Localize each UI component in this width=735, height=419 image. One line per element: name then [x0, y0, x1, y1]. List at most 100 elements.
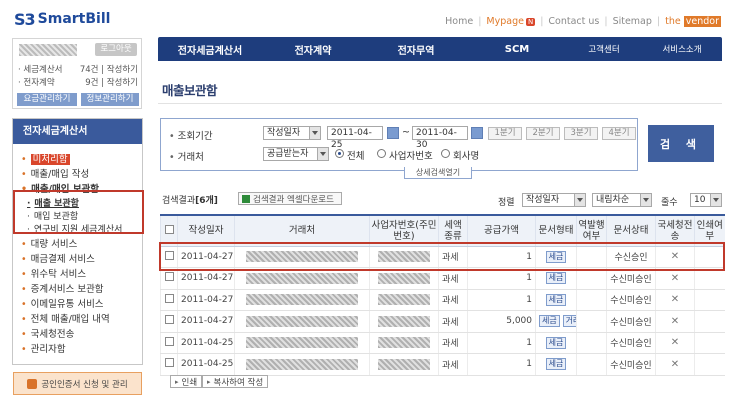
home-link[interactable]: Home: [445, 16, 473, 27]
cell-amount: 5,000: [467, 310, 536, 333]
logo-mark: S3: [14, 9, 36, 29]
cell-date: 2011-04-25: [177, 332, 235, 354]
cell-partner-masked[interactable]: [234, 332, 370, 354]
invoice-table-wrap: 작성일자 거래처 사업자번호(주민번호) 세액종류 공급가액 문서형태 역발행여…: [160, 214, 725, 376]
nav-e-contract[interactable]: 전자계약: [262, 42, 364, 57]
quarter-3-button[interactable]: 3분기: [564, 127, 598, 140]
cell-tax-type: 과세: [438, 332, 468, 354]
partner-label: 거래처: [169, 149, 204, 163]
row-checkbox[interactable]: [160, 289, 178, 311]
nav-service-intro[interactable]: 서비스소개: [642, 43, 722, 55]
excel-icon: [242, 194, 250, 203]
new-badge: N: [525, 18, 536, 26]
cell-printed: [694, 289, 725, 311]
contact-link[interactable]: Contact us: [548, 16, 599, 27]
sidebar-item-admin[interactable]: 관리자함: [21, 341, 66, 355]
partner-type-select[interactable]: 공급받는자: [263, 147, 329, 161]
doc-type-tag[interactable]: 세금: [545, 336, 567, 349]
cell-printed: [694, 310, 725, 333]
row-checkbox[interactable]: [160, 353, 178, 376]
page-size-select[interactable]: 10: [690, 193, 722, 207]
detail-search-toggle[interactable]: 상세검색열기: [404, 167, 472, 179]
sitemap-link[interactable]: Sitemap: [613, 16, 652, 27]
chevron-down-icon: [710, 194, 721, 206]
cell-bizno-masked: [369, 289, 439, 311]
calendar-icon[interactable]: [471, 127, 483, 139]
table-row[interactable]: 2011-04-27 과세 1 세금 수신미승인 ✕: [160, 289, 725, 311]
cell-date: 2011-04-25: [177, 353, 235, 376]
user-count-row: · 전자계약 9건 | 작성하기: [18, 78, 138, 88]
search-button[interactable]: 검 색: [648, 125, 714, 162]
sidebar-item-consignment[interactable]: 위수탁 서비스: [21, 266, 86, 280]
cell-amount: 1: [467, 289, 536, 311]
sort-order-select[interactable]: 내림차순: [592, 193, 652, 207]
cell-amount: 1: [467, 332, 536, 354]
date-from-input[interactable]: 2011-04-25: [327, 126, 383, 150]
mypage-link[interactable]: Mypage N: [486, 16, 536, 27]
period-type-select[interactable]: 작성일자: [263, 126, 321, 140]
print-button[interactable]: 인쇄: [170, 375, 203, 388]
sidebar-item-all-history[interactable]: 전체 매출/매입 내역: [21, 311, 110, 325]
radio-company-label: 회사명: [453, 151, 480, 162]
cell-doc-type: 세금: [535, 332, 577, 354]
doc-type-tag[interactable]: 세금: [545, 272, 567, 285]
cell-partner-masked[interactable]: [234, 289, 370, 311]
nav-e-tax-invoice[interactable]: 전자세금계산서: [158, 42, 262, 57]
sidebar: 전자세금계산서 미처리함 매출/매입 작성 매출/매입 보관함 매출 보관함 매…: [12, 118, 143, 365]
date-to-input[interactable]: 2011-04-30: [412, 126, 468, 150]
cell-reverse: [576, 353, 607, 376]
excel-download-button[interactable]: 검색결과 엑셀다운로드: [238, 192, 342, 205]
table-row[interactable]: 2011-04-25 과세 1 세금 수신미승인 ✕: [160, 332, 725, 354]
sidebar-item-write[interactable]: 매출/매입 작성: [21, 166, 90, 180]
cell-bizno-masked: [369, 310, 439, 333]
sidebar-item-relay[interactable]: 증계서비스 보관함: [21, 281, 104, 295]
quarter-2-button[interactable]: 2분기: [526, 127, 560, 140]
chevron-down-icon: [574, 194, 585, 206]
sidebar-item-nts[interactable]: 국세청전송: [21, 326, 75, 340]
quarter-4-button[interactable]: 4분기: [602, 127, 636, 140]
radio-all[interactable]: [335, 149, 344, 158]
cell-tax-type: 과세: [438, 353, 468, 376]
doc-type-tag[interactable]: 세금: [545, 293, 567, 306]
the-vendor-link[interactable]: the vendor: [665, 16, 721, 27]
cell-nts: ✕: [655, 310, 695, 333]
sidebar-item-unprocessed[interactable]: 미처리함: [21, 151, 70, 165]
nav-customer-center[interactable]: 고객센터: [566, 43, 642, 55]
radio-company[interactable]: [441, 149, 450, 158]
cell-nts: ✕: [655, 332, 695, 354]
fee-manage-button[interactable]: 요금관리하기: [17, 93, 77, 106]
sort-label: 정렬: [498, 198, 515, 208]
nav-e-trade[interactable]: 전자무역: [364, 42, 468, 57]
result-count: 검색결과[6개]: [162, 196, 218, 206]
row-checkbox[interactable]: [160, 310, 178, 333]
certificate-button[interactable]: 공인인증서 신청 및 관리: [13, 372, 142, 395]
doc-type-tag[interactable]: 세금: [539, 315, 560, 328]
cell-reverse: [576, 289, 607, 311]
logout-button[interactable]: 로그아웃: [95, 43, 137, 56]
cell-printed: [694, 332, 725, 354]
cell-status: 수신미승인: [606, 332, 656, 354]
cell-partner-masked[interactable]: [234, 310, 370, 333]
calendar-icon[interactable]: [387, 127, 399, 139]
row-checkbox[interactable]: [160, 332, 178, 354]
certificate-icon: [27, 378, 38, 389]
doc-type-tag[interactable]: 세금: [545, 358, 567, 371]
cell-partner-masked[interactable]: [234, 353, 370, 376]
sidebar-item-bulk[interactable]: 대량 서비스: [21, 236, 78, 250]
cell-date: 2011-04-27: [177, 310, 235, 333]
sidebar-item-payment[interactable]: 매금결제 서비스: [21, 251, 95, 265]
table-row[interactable]: 2011-04-27 과세5,000세금 거래 수신미승인✕: [160, 310, 725, 333]
sidebar-title: 전자세금계산서: [13, 119, 142, 144]
cell-doc-type: 세금 거래: [535, 310, 577, 333]
info-manage-button[interactable]: 정보관리하기: [81, 93, 139, 106]
table-row[interactable]: 2011-04-25 과세 1 세금 수신미승인 ✕: [160, 353, 725, 376]
cell-nts: ✕: [655, 289, 695, 311]
sidebar-item-email[interactable]: 이메일유통 서비스: [21, 296, 104, 310]
nav-scm[interactable]: SCM: [468, 44, 566, 55]
sort-field-select[interactable]: 작성일자: [522, 193, 586, 207]
doc-type-tag[interactable]: 거래: [562, 315, 577, 328]
smartbill-logo[interactable]: S3 SmartBill: [14, 7, 149, 31]
radio-bizno[interactable]: [377, 149, 386, 158]
copy-write-button[interactable]: 복사하여 작성: [202, 375, 269, 388]
quarter-1-button[interactable]: 1분기: [488, 127, 522, 140]
